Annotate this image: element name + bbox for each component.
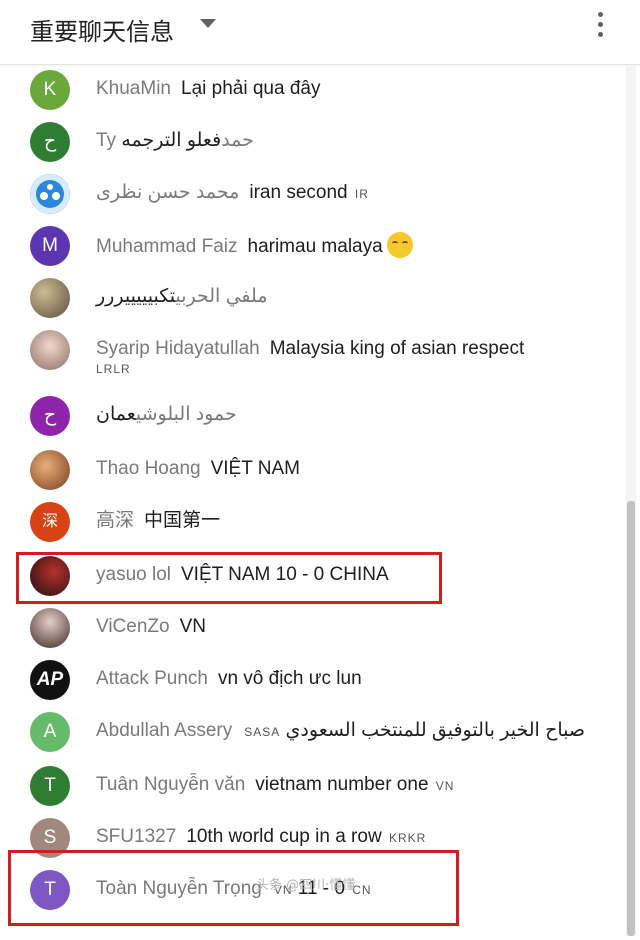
avatar: K <box>30 70 70 110</box>
avatar <box>30 450 70 490</box>
chat-message[interactable]: ح حمود البلوشيعمان <box>0 390 622 442</box>
avatar: T <box>30 766 70 806</box>
country-badge: LRLR <box>96 362 131 376</box>
message-text: صباح الخير بالتوفيق للمنتخب السعودي <box>285 720 585 741</box>
message-text: فعلو الترجمه <box>121 130 222 151</box>
chat-message[interactable]: ح Ty حمدفعلو الترجمه <box>0 116 622 168</box>
avatar <box>30 278 70 318</box>
chat-message[interactable]: محمد حسن نظرى iran second IR <box>0 168 622 220</box>
chat-message[interactable]: A Abdullah Assery SASA صباح الخير بالتوفي… <box>0 706 622 758</box>
avatar <box>30 174 70 214</box>
scrollbar[interactable] <box>626 66 636 936</box>
avatar: AP <box>30 660 70 700</box>
avatar: 深 <box>30 502 70 542</box>
message-author[interactable]: محمد حسن نظرى <box>96 182 239 203</box>
avatar: ح <box>30 122 70 162</box>
avatar: A <box>30 712 70 752</box>
message-author[interactable]: Abdullah Assery <box>96 720 232 741</box>
chat-message[interactable]: T Tuân Nguyễn văn vietnam number one VN <box>0 760 622 812</box>
smile-emoji-icon <box>386 232 413 258</box>
message-text: Lại phải qua đây <box>181 78 321 99</box>
message-author[interactable]: KhuaMin <box>96 78 171 99</box>
chat-message[interactable]: Syarip Hidayatullah Malaysia king of asia… <box>0 324 622 388</box>
message-author[interactable]: 高深 <box>96 510 134 531</box>
message-text: vietnam number one <box>255 774 429 795</box>
avatar <box>30 330 70 370</box>
message-author[interactable]: حمود البلوشي <box>136 404 237 425</box>
country-badge: VN <box>435 779 455 793</box>
chat-header: 重要聊天信息 <box>0 0 640 65</box>
message-author[interactable]: Thao Hoang <box>96 458 201 479</box>
chat-message[interactable]: 深 高深 中国第一 <box>0 496 622 548</box>
message-text: 10th world cup in a row <box>186 826 382 847</box>
message-author[interactable]: SFU1327 <box>96 826 176 847</box>
message-author[interactable]: ViCenZo <box>96 616 170 637</box>
chat-message[interactable]: AP Attack Punch vn vô địch ưc lun <box>0 654 622 706</box>
country-badge: SASA <box>244 725 281 739</box>
highlight-box <box>16 552 442 604</box>
avatar <box>30 608 70 648</box>
avatar: ح <box>30 396 70 436</box>
message-text: 中国第一 <box>144 510 221 531</box>
chat-message[interactable]: ملفي الحربيتكبيييييررر <box>0 272 622 324</box>
chat-title[interactable]: 重要聊天信息 <box>30 12 174 47</box>
chat-message-list: K KhuaMin Lại phải qua đây ح Ty حمدفعلو ا… <box>0 64 622 940</box>
country-badge: IR <box>354 187 369 201</box>
message-text: iran second <box>249 182 348 203</box>
message-author[interactable]: ملفي الحربي <box>175 286 267 307</box>
message-author[interactable]: Tuân Nguyễn văn <box>96 774 245 795</box>
caret-down-icon[interactable] <box>200 19 216 28</box>
message-text: vn vô địch ưc lun <box>217 668 362 689</box>
profile-picture-icon <box>30 174 70 214</box>
message-text: Malaysia king of asian respect <box>269 338 525 359</box>
chat-message[interactable]: Thao Hoang VIỆT NAM <box>0 444 622 496</box>
more-vert-icon[interactable] <box>588 10 612 40</box>
message-text: VN <box>179 616 206 637</box>
watermark: 头条 @四川·懂懂 <box>256 878 356 893</box>
message-author[interactable]: Muhammad Faiz <box>96 236 238 257</box>
message-text: harimau malaya <box>247 236 383 257</box>
message-author[interactable]: Attack Punch <box>96 668 208 689</box>
message-text: تكبيييييررر <box>96 286 176 307</box>
message-text: VIỆT NAM <box>210 458 300 479</box>
scrollbar-thumb[interactable] <box>627 501 635 936</box>
message-text: عمان <box>96 404 136 425</box>
chat-message[interactable]: ViCenZo VN <box>0 602 622 654</box>
highlight-box <box>8 850 459 926</box>
message-author[interactable]: Syarip Hidayatullah <box>96 338 260 359</box>
country-badge: KRKR <box>388 831 427 845</box>
chat-message[interactable]: K KhuaMin Lại phải qua đây <box>0 64 622 116</box>
chat-message[interactable]: M Muhammad Faiz harimau malaya <box>0 220 622 272</box>
avatar: M <box>30 226 70 266</box>
